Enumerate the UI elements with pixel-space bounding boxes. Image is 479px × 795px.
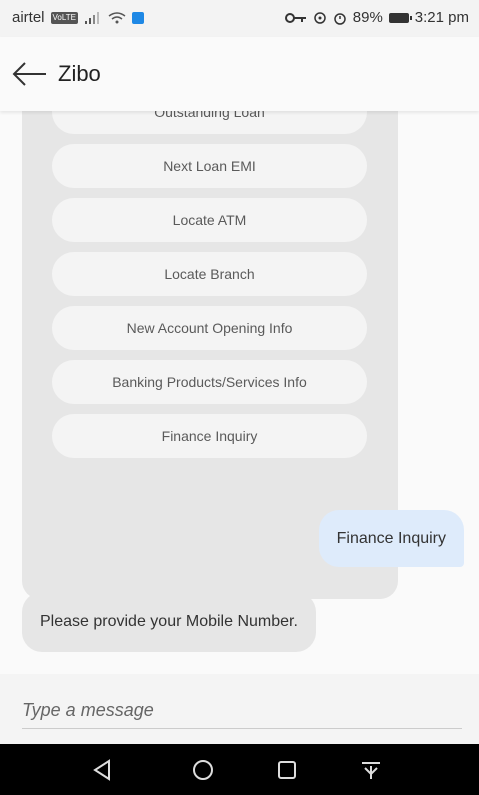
alarm-icon — [334, 12, 346, 25]
nav-home-icon[interactable] — [189, 756, 217, 784]
option-locate-branch[interactable]: Locate Branch — [52, 252, 367, 296]
nav-notifications-icon[interactable] — [357, 756, 385, 784]
message-composer — [0, 674, 479, 744]
app-bar: Zibo — [0, 37, 479, 111]
clock: 3:21 pm — [414, 9, 469, 26]
user-message-bubble: Finance Inquiry — [318, 510, 464, 567]
volte-badge: VoLTE — [50, 11, 78, 24]
bot-message-bubble: Please provide your Mobile Number. — [22, 592, 316, 652]
battery-icon — [388, 12, 412, 23]
option-locate-atm[interactable]: Locate ATM — [52, 198, 367, 242]
message-input[interactable] — [22, 692, 462, 729]
signal-icon — [84, 11, 99, 24]
notification-icon — [131, 11, 144, 24]
option-next-loan-emi[interactable]: Next Loan EMI — [52, 144, 367, 188]
nav-back-icon[interactable] — [89, 756, 117, 784]
option-new-account-opening-info[interactable]: New Account Opening Info — [52, 306, 367, 350]
chat-history[interactable]: Outstanding Loan Next Loan EMI Locate AT… — [0, 111, 479, 674]
back-arrow-icon[interactable] — [12, 60, 48, 88]
system-nav-bar — [0, 744, 479, 795]
key-icon — [284, 12, 306, 23]
status-bar: airtel VoLTE 89% 3:21 pm — [0, 0, 479, 37]
carrier-name: airtel — [12, 9, 45, 26]
option-outstanding-loan[interactable]: Outstanding Loan — [52, 111, 367, 134]
chat-title: Zibo — [58, 61, 101, 86]
vibrate-icon — [314, 11, 326, 24]
option-finance-inquiry[interactable]: Finance Inquiry — [52, 414, 367, 458]
option-banking-products-services-info[interactable]: Banking Products/Services Info — [52, 360, 367, 404]
battery-percent: 89% — [352, 9, 383, 26]
wifi-icon — [108, 11, 126, 23]
nav-recents-icon[interactable] — [273, 756, 301, 784]
